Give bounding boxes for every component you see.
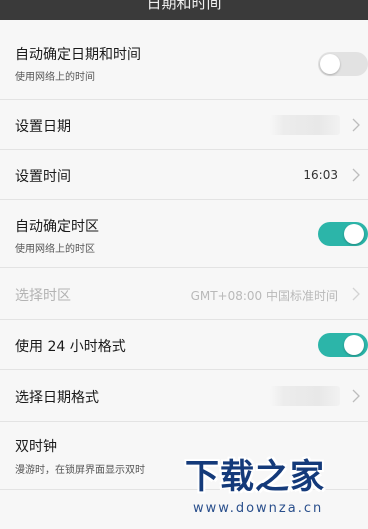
row-title: 选择时区	[15, 288, 71, 304]
row-subtitle: 漫游时，在锁屏界面显示双时	[15, 465, 145, 476]
date-value-redacted	[270, 115, 340, 135]
row-title: 自动确定日期和时间	[15, 47, 141, 63]
auto-timezone-row[interactable]: 自动确定时区 使用网络上的时区	[0, 200, 368, 268]
auto-date-time-toggle[interactable]	[318, 52, 368, 76]
date-format-row[interactable]: 选择日期格式	[0, 370, 368, 422]
24-hour-format-toggle[interactable]	[318, 333, 368, 357]
set-date-row[interactable]: 设置日期	[0, 100, 368, 150]
auto-timezone-toggle[interactable]	[318, 222, 368, 246]
time-value: 16:03	[303, 168, 338, 182]
row-title: 双时钟	[15, 439, 57, 455]
select-timezone-row[interactable]: 选择时区 GMT+08:00 中国标准时间	[0, 268, 368, 320]
title-bar: 日期和时间	[0, 0, 368, 20]
page-title: 日期和时间	[146, 0, 222, 12]
chevron-right-icon	[352, 168, 360, 182]
row-title: 选择日期格式	[15, 390, 99, 406]
watermark-logo: 下载之家	[185, 457, 325, 497]
watermark-url: www.downza.cn	[193, 501, 324, 516]
auto-date-time-row[interactable]: 自动确定日期和时间 使用网络上的时间	[0, 20, 368, 100]
toggle-knob	[344, 224, 364, 244]
row-title: 自动确定时区	[15, 219, 99, 235]
toggle-knob	[320, 54, 340, 74]
chevron-right-icon	[352, 287, 360, 301]
watermark: 下载之家 www.downza.cn	[155, 453, 360, 529]
row-subtitle: 使用网络上的时区	[15, 244, 95, 255]
row-title: 使用 24 小时格式	[15, 339, 126, 355]
chevron-right-icon	[352, 389, 360, 403]
row-title: 设置日期	[15, 119, 71, 135]
chevron-right-icon	[352, 118, 360, 132]
toggle-knob	[344, 335, 364, 355]
row-title: 设置时间	[15, 169, 71, 185]
timezone-value: GMT+08:00 中国标准时间	[190, 289, 338, 303]
24-hour-format-row[interactable]: 使用 24 小时格式	[0, 320, 368, 370]
row-subtitle: 使用网络上的时间	[15, 72, 95, 83]
date-format-value-redacted	[270, 386, 340, 406]
set-time-row[interactable]: 设置时间 16:03	[0, 150, 368, 200]
